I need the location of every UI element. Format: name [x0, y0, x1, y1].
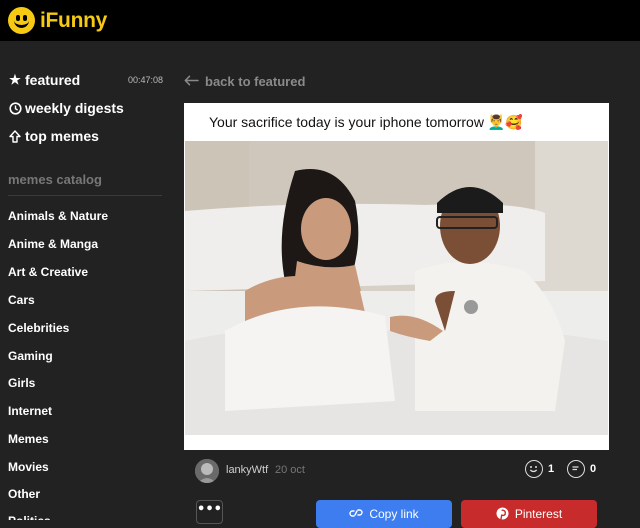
left-arrow-icon — [184, 73, 199, 90]
category-animals-nature[interactable]: Animals & Nature — [8, 209, 108, 223]
category-other[interactable]: Other — [8, 487, 40, 501]
more-options-button[interactable]: ••• — [196, 500, 223, 524]
nav-top-memes-label: top memes — [25, 128, 99, 144]
post-image[interactable] — [185, 141, 608, 435]
category-politics[interactable]: Politics — [8, 515, 51, 520]
catalog-title: memes catalog — [8, 172, 102, 187]
category-anime-manga[interactable]: Anime & Manga — [8, 237, 98, 251]
comment-icon — [567, 460, 585, 478]
up-arrow-icon — [8, 129, 22, 143]
nav-featured[interactable]: ★ featured — [8, 72, 80, 88]
nav-weekly-digests[interactable]: weekly digests — [8, 100, 124, 116]
avatar[interactable] — [195, 459, 219, 483]
category-movies[interactable]: Movies — [8, 460, 49, 474]
clock-icon — [8, 101, 22, 115]
nav-top-memes[interactable]: top memes — [8, 128, 99, 144]
star-icon: ★ — [9, 72, 21, 87]
post-card: Your sacrifice today is your iphone tomo… — [184, 103, 609, 450]
logo-text[interactable]: iFunny — [40, 9, 107, 33]
back-to-featured-label: back to featured — [205, 74, 306, 89]
smile-icon — [525, 460, 543, 478]
category-art-creative[interactable]: Art & Creative — [8, 265, 88, 279]
top-bar: iFunny — [0, 0, 640, 41]
category-memes[interactable]: Memes — [8, 432, 49, 446]
smile-count: 1 — [548, 463, 555, 475]
nav-weekly-digests-label: weekly digests — [25, 100, 124, 116]
smiley-logo-icon[interactable] — [8, 7, 35, 34]
divider — [8, 195, 162, 196]
category-cars[interactable]: Cars — [8, 293, 35, 307]
copy-link-label: Copy link — [369, 507, 419, 521]
post-date: 20 oct — [275, 464, 305, 476]
comment-count: 0 — [590, 463, 597, 475]
post-meta: lankyWtf 20 oct 1 0 — [195, 457, 609, 485]
copy-link-button[interactable]: Copy link — [316, 500, 452, 528]
back-to-featured-link[interactable]: back to featured — [184, 73, 305, 90]
category-gaming[interactable]: Gaming — [8, 349, 53, 363]
category-celebrities[interactable]: Celebrities — [8, 321, 69, 335]
pinterest-icon — [496, 507, 509, 523]
category-girls[interactable]: Girls — [8, 376, 35, 390]
author-name[interactable]: lankyWtf — [226, 464, 268, 476]
category-internet[interactable]: Internet — [8, 404, 52, 418]
pinterest-button[interactable]: Pinterest — [461, 500, 597, 528]
smile-button[interactable]: 1 — [525, 460, 554, 478]
comments-button[interactable]: 0 — [567, 460, 596, 478]
sidebar: ★ featured 00:47:08 weekly digests top m… — [0, 41, 172, 520]
post-caption: Your sacrifice today is your iphone tomo… — [209, 114, 523, 130]
nav-featured-label: featured — [25, 72, 81, 88]
pinterest-label: Pinterest — [514, 507, 563, 521]
featured-timer: 00:47:08 — [128, 75, 164, 85]
